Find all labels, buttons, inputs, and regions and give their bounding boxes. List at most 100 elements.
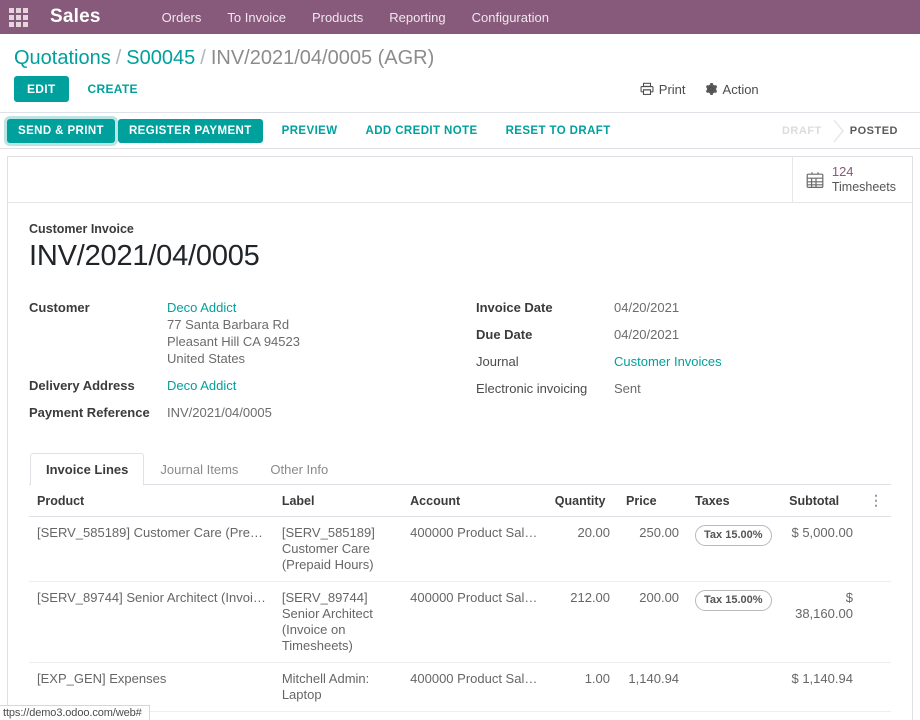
field-value-invoice-date: 04/20/2021 — [614, 300, 680, 315]
field-electronic-invoicing: Electronic invoicing Sent — [476, 380, 891, 397]
column-header-account[interactable]: Account — [402, 485, 547, 517]
tab-journal-items[interactable]: Journal Items — [144, 453, 254, 485]
add-credit-note-button[interactable]: ADD CREDIT NOTE — [355, 119, 489, 143]
menu-item-products[interactable]: Products — [299, 4, 376, 31]
column-header-label[interactable]: Label — [273, 485, 403, 517]
cell-price: 250.00 — [618, 516, 688, 582]
field-journal: Journal Customer Invoices — [476, 353, 891, 370]
customer-address-line-3: United States — [167, 351, 246, 366]
navbar-menu: Orders To Invoice Products Reporting Con… — [149, 4, 562, 31]
menu-item-to-invoice[interactable]: To Invoice — [214, 4, 299, 31]
status-stage-posted[interactable]: POSTED — [833, 119, 910, 143]
tab-other-info[interactable]: Other Info — [254, 453, 344, 485]
breadcrumb-separator: / — [200, 47, 206, 69]
cell-label: [SERV_585189] Customer Care (Prepaid Hou… — [281, 525, 375, 572]
cell-product: [EXP_GEN] Expenses — [37, 671, 167, 686]
table-header-row: Product Label Account Quantity Price Tax… — [29, 485, 891, 517]
field-label-customer: Customer — [29, 300, 90, 315]
preview-button[interactable]: PREVIEW — [271, 119, 349, 143]
cell-label: [SERV_89744] Senior Architect (Invoice o… — [281, 590, 373, 653]
cell-price: 370.90 — [618, 711, 688, 720]
cell-quantity: 212.00 — [546, 581, 619, 663]
field-value-customer: Deco Addict 77 Santa Barbara Rd Pleasant… — [167, 299, 300, 367]
gear-icon — [704, 82, 718, 96]
cell-subtotal: $ 38,160.00 — [781, 581, 861, 663]
cell-account: 400000 Product Sal… — [410, 525, 538, 540]
field-customer: Customer Deco Addict 77 Santa Barbara Rd… — [29, 299, 460, 367]
cell-price: 1,140.94 — [618, 662, 688, 712]
print-button[interactable]: Print — [640, 82, 686, 97]
table-row[interactable]: [SERV_89744] Senior Architect (Invoi… [S… — [29, 581, 891, 663]
cell-product: [SERV_585189] Customer Care (Pre… — [37, 525, 263, 540]
breadcrumb: Quotations / S00045 / INV/2021/04/0005 (… — [0, 34, 920, 74]
journal-link[interactable]: Customer Invoices — [614, 354, 722, 369]
form-columns: Customer Deco Addict 77 Santa Barbara Rd… — [29, 299, 891, 431]
delivery-address-link[interactable]: Deco Addict — [167, 378, 236, 393]
reset-to-draft-button[interactable]: RESET TO DRAFT — [495, 119, 622, 143]
form-sheet: 124 Timesheets Customer Invoice INV/2021… — [7, 156, 913, 720]
apps-grid-icon[interactable] — [7, 6, 29, 28]
breadcrumb-separator: / — [115, 47, 122, 69]
control-panel-tools: Print Action — [640, 82, 759, 97]
send-and-print-button[interactable]: SEND & PRINT — [7, 118, 115, 143]
field-value-delivery-address: Deco Addict — [167, 377, 236, 394]
table-row[interactable]: [EXP_GEN] Expenses Mitchell Admin: Lapto… — [29, 662, 891, 712]
stat-button-box: 124 Timesheets — [8, 157, 912, 203]
column-header-quantity[interactable]: Quantity — [546, 485, 619, 517]
stat-label-timesheets: Timesheets — [831, 179, 896, 194]
status-pipeline: DRAFT POSTED — [765, 119, 910, 143]
field-label-invoice-date: Invoice Date — [476, 300, 553, 315]
record-statusbar: SEND & PRINT REGISTER PAYMENT PREVIEW AD… — [0, 113, 920, 149]
status-stage-draft[interactable]: DRAFT — [765, 119, 844, 143]
browser-status-url: ttps://demo3.odoo.com/web# — [0, 705, 150, 720]
cell-product: [SERV_89744] Senior Architect (Invoi… — [37, 590, 266, 605]
table-row[interactable]: [SERV_585189] Customer Care (Pre… [SERV_… — [29, 516, 891, 582]
vertical-scrollbar[interactable] — [913, 149, 920, 720]
stat-button-timesheets[interactable]: 124 Timesheets — [791, 157, 912, 202]
cell-price: 200.00 — [618, 581, 688, 663]
column-header-taxes[interactable]: Taxes — [687, 485, 782, 517]
app-brand-sales[interactable]: Sales — [50, 6, 101, 28]
cell-label: Mitchell Admin: Laptop — [281, 671, 370, 702]
breadcrumb-item-quotations[interactable]: Quotations — [14, 47, 111, 70]
field-due-date: Due Date 04/20/2021 — [476, 326, 891, 343]
edit-button[interactable]: EDIT — [14, 76, 69, 102]
action-label: Action — [722, 81, 759, 97]
invoice-lines-table: Product Label Account Quantity Price Tax… — [29, 485, 891, 720]
top-navbar: Sales Orders To Invoice Products Reporti… — [0, 0, 920, 34]
notebook-tabs: Invoice Lines Journal Items Other Info — [29, 453, 891, 485]
menu-item-orders[interactable]: Orders — [149, 4, 215, 31]
create-button[interactable]: CREATE — [76, 76, 150, 102]
control-panel-buttons: EDIT CREATE Print Action — [0, 74, 920, 112]
field-delivery-address: Delivery Address Deco Addict — [29, 377, 460, 394]
breadcrumb-current: INV/2021/04/0005 (AGR) — [210, 47, 435, 69]
column-header-subtotal[interactable]: Subtotal — [781, 485, 861, 517]
column-header-product[interactable]: Product — [29, 485, 274, 517]
tab-invoice-lines[interactable]: Invoice Lines — [30, 453, 145, 485]
customer-link[interactable]: Deco Addict — [167, 299, 300, 316]
action-button[interactable]: Action — [704, 82, 759, 97]
cell-quantity: 1.00 — [546, 711, 619, 720]
page-title: INV/2021/04/0005 — [29, 240, 260, 272]
form-column-left: Customer Deco Addict 77 Santa Barbara Rd… — [29, 299, 460, 431]
menu-item-reporting[interactable]: Reporting — [376, 4, 458, 31]
breadcrumb-item-s00045[interactable]: S00045 — [126, 47, 195, 70]
column-header-price[interactable]: Price — [618, 485, 688, 517]
column-options-icon[interactable]: ⋮ — [869, 492, 883, 508]
print-label: Print — [658, 81, 686, 97]
register-payment-button[interactable]: REGISTER PAYMENT — [117, 118, 263, 143]
table-row[interactable]: [EXP_GEN] Expenses Mitchell Admin: Scree… — [29, 711, 891, 720]
printer-icon — [640, 82, 654, 96]
cell-account: 400000 Product Sal… — [410, 590, 538, 605]
field-value-payment-reference: INV/2021/04/0005 — [167, 405, 272, 420]
menu-item-configuration[interactable]: Configuration — [459, 4, 562, 31]
field-label-delivery-address: Delivery Address — [29, 378, 135, 393]
field-value-electronic-invoicing: Sent — [614, 381, 641, 396]
cell-quantity: 1.00 — [546, 662, 619, 712]
control-panel: Quotations / S00045 / INV/2021/04/0005 (… — [0, 34, 920, 113]
cell-subtotal: $ 1,140.94 — [781, 662, 861, 712]
calendar-icon — [805, 170, 825, 190]
cell-account: 400000 Product Sal… — [410, 671, 538, 686]
field-label-journal: Journal — [476, 354, 519, 369]
field-invoice-date: Invoice Date 04/20/2021 — [476, 299, 891, 316]
